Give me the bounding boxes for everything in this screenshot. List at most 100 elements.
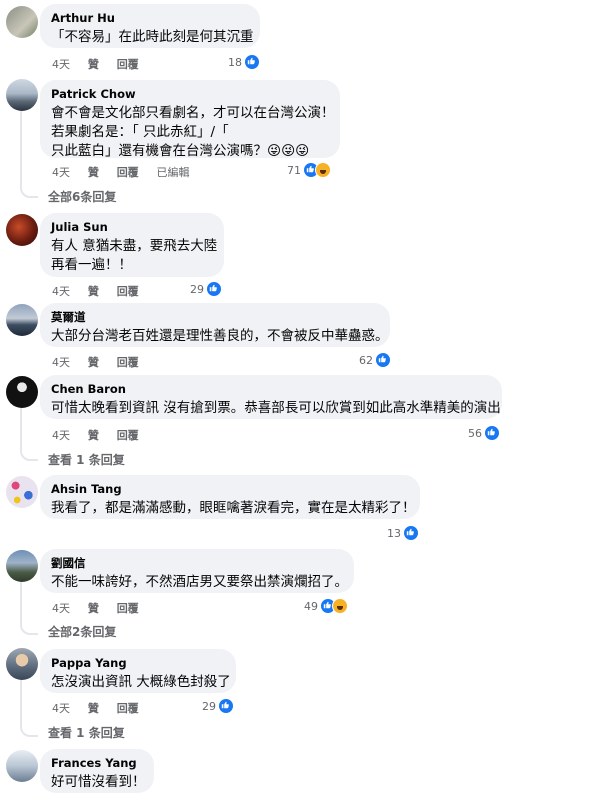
reaction-summary[interactable]: 29: [202, 698, 234, 714]
comment-author[interactable]: Chen Baron: [51, 382, 491, 397]
comment-author[interactable]: 劉國信: [51, 556, 343, 571]
reaction-summary[interactable]: 56: [468, 425, 500, 441]
reply-button[interactable]: 回覆: [117, 285, 139, 298]
comment-text: 可惜太晚看到資訊 沒有搶到票。恭喜部長可以欣賞到如此高水準精美的演出: [51, 400, 501, 416]
reply-button[interactable]: 回覆: [117, 602, 139, 615]
reaction-summary[interactable]: 29: [190, 281, 222, 297]
like-reaction-icon: [218, 698, 234, 714]
like-button[interactable]: 贊: [88, 356, 99, 369]
comment: 莫爾道 大部分台灣老百姓還是理性善良的，不會被反中華蠱惑。 62 4天 贊 回覆: [0, 298, 601, 370]
comment-text: 會不會是文化部只看劇名，才可以在台灣公演！ 若果劇名是：「 只此赤紅」/「 只此…: [51, 104, 335, 161]
reaction-count: 18: [228, 55, 242, 69]
comment-bubble: 劉國信 不能一味誇好，不然酒店男又要祭出禁演爛招了。: [40, 549, 354, 593]
comment-time[interactable]: 4天: [52, 58, 70, 71]
comment-text: 不能一味誇好，不然酒店男又要祭出禁演爛招了。: [51, 574, 348, 590]
comment-bubble: Frances Yang 好可惜沒看到！: [40, 749, 154, 793]
comment-time[interactable]: 4天: [52, 429, 70, 442]
avatar[interactable]: [6, 376, 38, 408]
comment-time[interactable]: 4天: [52, 166, 70, 179]
like-reaction-icon: [206, 281, 222, 297]
reaction-count: 71: [287, 163, 301, 177]
like-button[interactable]: 贊: [88, 702, 99, 715]
like-button[interactable]: 贊: [88, 602, 99, 615]
view-replies-link[interactable]: 查看 1 条回复: [48, 451, 125, 468]
comment: 劉國信 不能一味誇好，不然酒店男又要祭出禁演爛招了。 49 4天 贊 回覆 全部…: [0, 544, 601, 644]
comment-author[interactable]: Ahsin Tang: [51, 482, 409, 497]
reply-button[interactable]: 回覆: [117, 702, 139, 715]
avatar[interactable]: [6, 304, 38, 336]
like-reaction-icon: [484, 425, 500, 441]
comment-time[interactable]: 4天: [52, 285, 70, 298]
avatar[interactable]: [6, 648, 38, 680]
reply-button[interactable]: 回覆: [117, 166, 139, 179]
avatar[interactable]: [6, 214, 38, 246]
reaction-count: 13: [387, 526, 401, 540]
comment-bubble: Patrick Chow 會不會是文化部只看劇名，才可以在台灣公演！ 若果劇名是…: [40, 80, 340, 161]
comment-text-line: 會不會是文化部只看劇名，才可以在台灣公演！: [51, 105, 335, 121]
reply-button[interactable]: 回覆: [117, 429, 139, 442]
view-replies-link[interactable]: 全部2条回复: [48, 623, 116, 640]
like-button[interactable]: 贊: [88, 285, 99, 298]
comment-text-line: 再看一遍！！: [51, 257, 132, 273]
reply-button[interactable]: 回覆: [117, 356, 139, 369]
comment: Pappa Yang 怎沒演出資訊 大概綠色封殺了 29 4天 贊 回覆 查看 …: [0, 644, 601, 744]
haha-reaction-icon: [315, 162, 331, 178]
comment-bubble: Arthur Hu 「不容易」在此時此刻是何其沉重: [40, 4, 260, 48]
reaction-count: 29: [190, 282, 204, 296]
avatar[interactable]: [6, 79, 38, 111]
comment-bubble: 莫爾道 大部分台灣老百姓還是理性善良的，不會被反中華蠱惑。: [40, 303, 390, 347]
reaction-summary[interactable]: 62: [359, 352, 391, 368]
comment-text: 「不容易」在此時此刻是何其沉重: [51, 29, 254, 45]
like-button[interactable]: 贊: [88, 58, 99, 71]
like-reaction-icon: [244, 54, 260, 70]
comment-bubble: Julia Sun 有人 意猶未盡，要飛去大陸 再看一遍！！: [40, 213, 224, 277]
comment-actions: 4天 贊 回覆: [52, 427, 153, 443]
comment-bubble: Pappa Yang 怎沒演出資訊 大概綠色封殺了: [40, 649, 236, 693]
comment-text: 好可惜沒看到！: [51, 774, 146, 790]
comment: Arthur Hu 「不容易」在此時此刻是何其沉重 18 4天 贊 回覆: [0, 0, 601, 75]
comment-author[interactable]: Julia Sun: [51, 220, 213, 235]
comment-actions: 4天 贊 回覆: [52, 56, 153, 72]
comment-author[interactable]: Patrick Chow: [51, 87, 329, 102]
like-reaction-icon: [375, 352, 391, 368]
comment-author[interactable]: 莫爾道: [51, 310, 379, 325]
reaction-summary[interactable]: 71: [287, 162, 331, 178]
haha-reaction-icon: [332, 598, 348, 614]
comment: Julia Sun 有人 意猶未盡，要飛去大陸 再看一遍！！ 29 4天 贊 回…: [0, 208, 601, 298]
comment-text: 有人 意猶未盡，要飛去大陸 再看一遍！！: [51, 237, 218, 275]
comment-author[interactable]: Pappa Yang: [51, 656, 225, 671]
reaction-summary[interactable]: 13: [387, 525, 419, 541]
comment-actions: 4天 贊 回覆: [52, 600, 153, 616]
comment: Frances Yang 好可惜沒看到！: [0, 744, 601, 800]
avatar[interactable]: [6, 550, 38, 582]
reply-button[interactable]: 回覆: [117, 58, 139, 71]
comment: Patrick Chow 會不會是文化部只看劇名，才可以在台灣公演！ 若果劇名是…: [0, 76, 601, 206]
comment-author[interactable]: Frances Yang: [51, 756, 143, 771]
comment-text-line: 有人 意猶未盡，要飛去大陸: [51, 238, 218, 254]
reaction-count: 49: [304, 599, 318, 613]
view-replies-link[interactable]: 查看 1 条回复: [48, 724, 125, 741]
like-button[interactable]: 贊: [88, 429, 99, 442]
view-replies-link[interactable]: 全部6条回复: [48, 188, 116, 205]
avatar[interactable]: [6, 476, 38, 508]
like-reaction-icon: [403, 525, 419, 541]
comment-actions: 4天 贊 回覆: [52, 283, 153, 299]
comment-time[interactable]: 4天: [52, 602, 70, 615]
comment-bubble: Ahsin Tang 我看了，都是滿滿感動，眼眶噙著淚看完，實在是太精彩了！: [40, 475, 420, 519]
comment-text: 大部分台灣老百姓還是理性善良的，不會被反中華蠱惑。: [51, 328, 389, 344]
comment: Ahsin Tang 我看了，都是滿滿感動，眼眶噙著淚看完，實在是太精彩了！ 1…: [0, 470, 601, 546]
reaction-summary[interactable]: 49: [304, 598, 348, 614]
comment-actions: 4天 贊 回覆: [52, 700, 153, 716]
comment-text-line: 只此藍白」還有機會在台灣公演嗎？😜😜😜: [51, 143, 310, 159]
comment-text: 怎沒演出資訊 大概綠色封殺了: [51, 674, 231, 690]
comment-time[interactable]: 4天: [52, 356, 70, 369]
comment-text-line: 若果劇名是：「 只此赤紅」/「: [51, 124, 229, 140]
reaction-count: 62: [359, 353, 373, 367]
comment-author[interactable]: Arthur Hu: [51, 11, 249, 26]
comment: Chen Baron 可惜太晚看到資訊 沒有搶到票。恭喜部長可以欣賞到如此高水準…: [0, 370, 601, 468]
like-button[interactable]: 贊: [88, 166, 99, 179]
avatar[interactable]: [6, 6, 38, 38]
avatar[interactable]: [6, 750, 38, 782]
reaction-summary[interactable]: 18: [228, 54, 260, 70]
comment-time[interactable]: 4天: [52, 702, 70, 715]
